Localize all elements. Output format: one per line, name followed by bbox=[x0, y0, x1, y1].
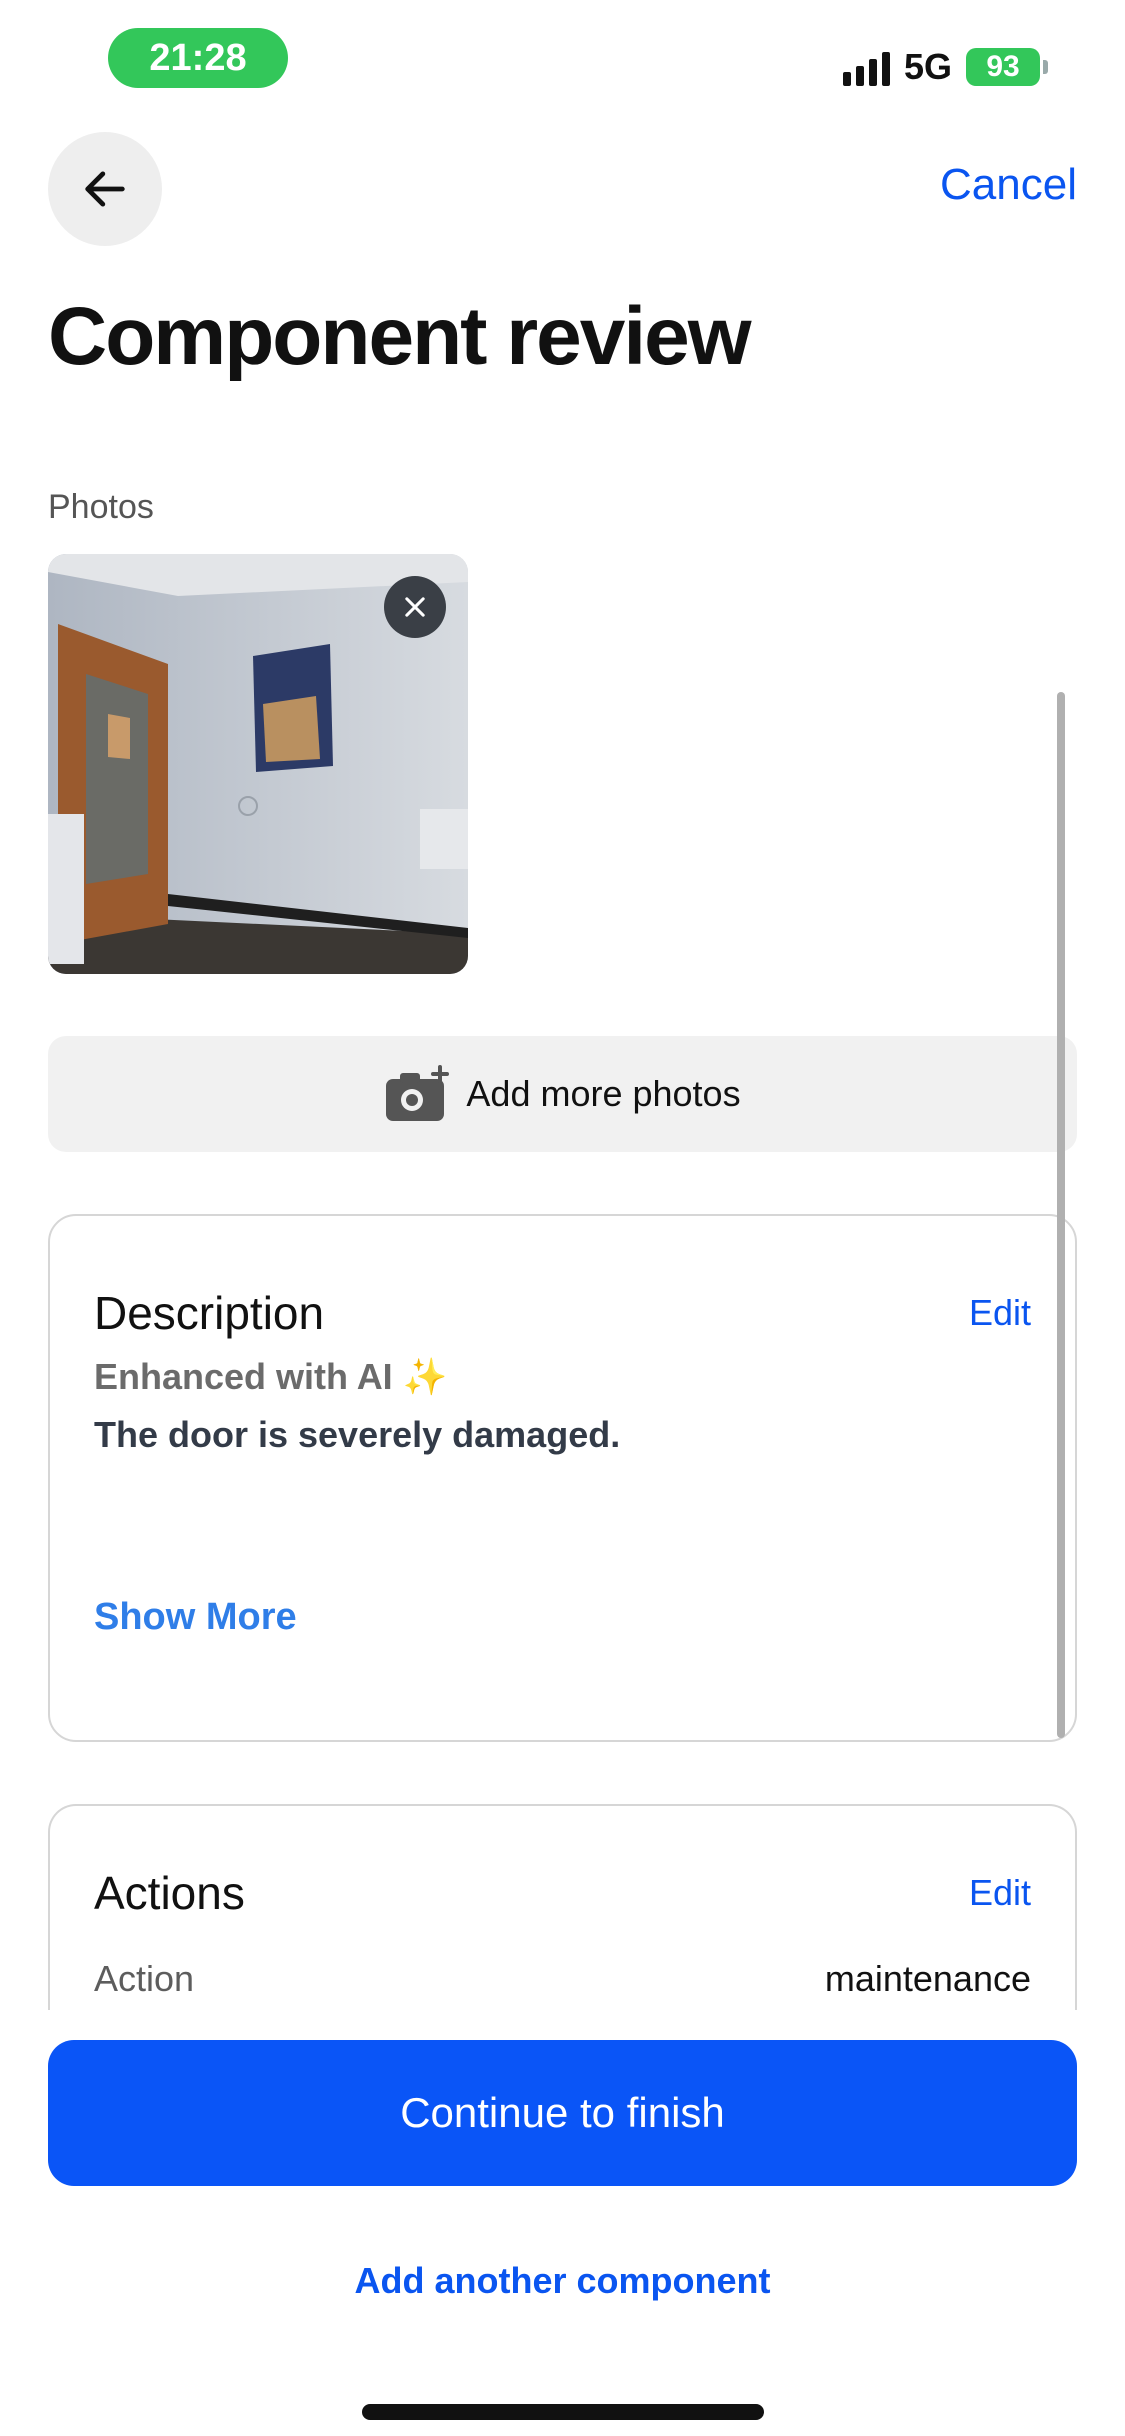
actions-edit-button[interactable]: Edit bbox=[969, 1872, 1031, 1914]
add-more-photos-label: Add more photos bbox=[466, 1073, 741, 1114]
action-label: Action bbox=[94, 1958, 195, 1999]
arrow-left-icon bbox=[85, 171, 125, 207]
network-type: 5G bbox=[903, 46, 952, 87]
description-edit-button[interactable]: Edit bbox=[969, 1292, 1031, 1334]
signal-icon bbox=[842, 48, 890, 86]
battery-level: 93 bbox=[986, 50, 1020, 83]
continue-to-finish-button[interactable]: Continue to finish bbox=[48, 2040, 1077, 2186]
back-button[interactable] bbox=[48, 132, 162, 246]
photos-label: Photos bbox=[48, 488, 154, 526]
cancel-button[interactable]: Cancel bbox=[940, 160, 1077, 210]
description-card: Description Edit Enhanced with AI ✨ The … bbox=[48, 1214, 1077, 1742]
battery-icon: 93 bbox=[966, 48, 1048, 86]
action-value: maintenance bbox=[824, 1958, 1031, 1999]
status-time: 21:28 bbox=[108, 28, 288, 88]
home-indicator[interactable] bbox=[362, 2404, 764, 2420]
camera-plus-icon bbox=[386, 1065, 450, 1121]
actions-title: Actions bbox=[94, 1867, 245, 1919]
page-title: Component review bbox=[48, 291, 752, 382]
add-another-component-link[interactable]: Add another component bbox=[0, 2260, 1125, 2302]
footer: Continue to finish Add another component bbox=[0, 2010, 1125, 2436]
component-review-screen: 21:28 5G 93 Cancel Component review Phot… bbox=[0, 0, 1125, 2436]
description-title: Description bbox=[94, 1287, 325, 1339]
status-indicators: 5G 93 bbox=[842, 42, 1048, 92]
add-more-photos-button[interactable]: Add more photos bbox=[48, 1036, 1077, 1152]
ai-enhanced-label: Enhanced with AI ✨ bbox=[94, 1356, 448, 1397]
scrollbar[interactable] bbox=[1057, 692, 1065, 1738]
show-more-link[interactable]: Show More bbox=[94, 1596, 297, 1639]
description-text: The door is severely damaged. bbox=[94, 1414, 621, 1455]
remove-photo-button[interactable] bbox=[384, 576, 446, 638]
close-icon bbox=[405, 597, 425, 617]
